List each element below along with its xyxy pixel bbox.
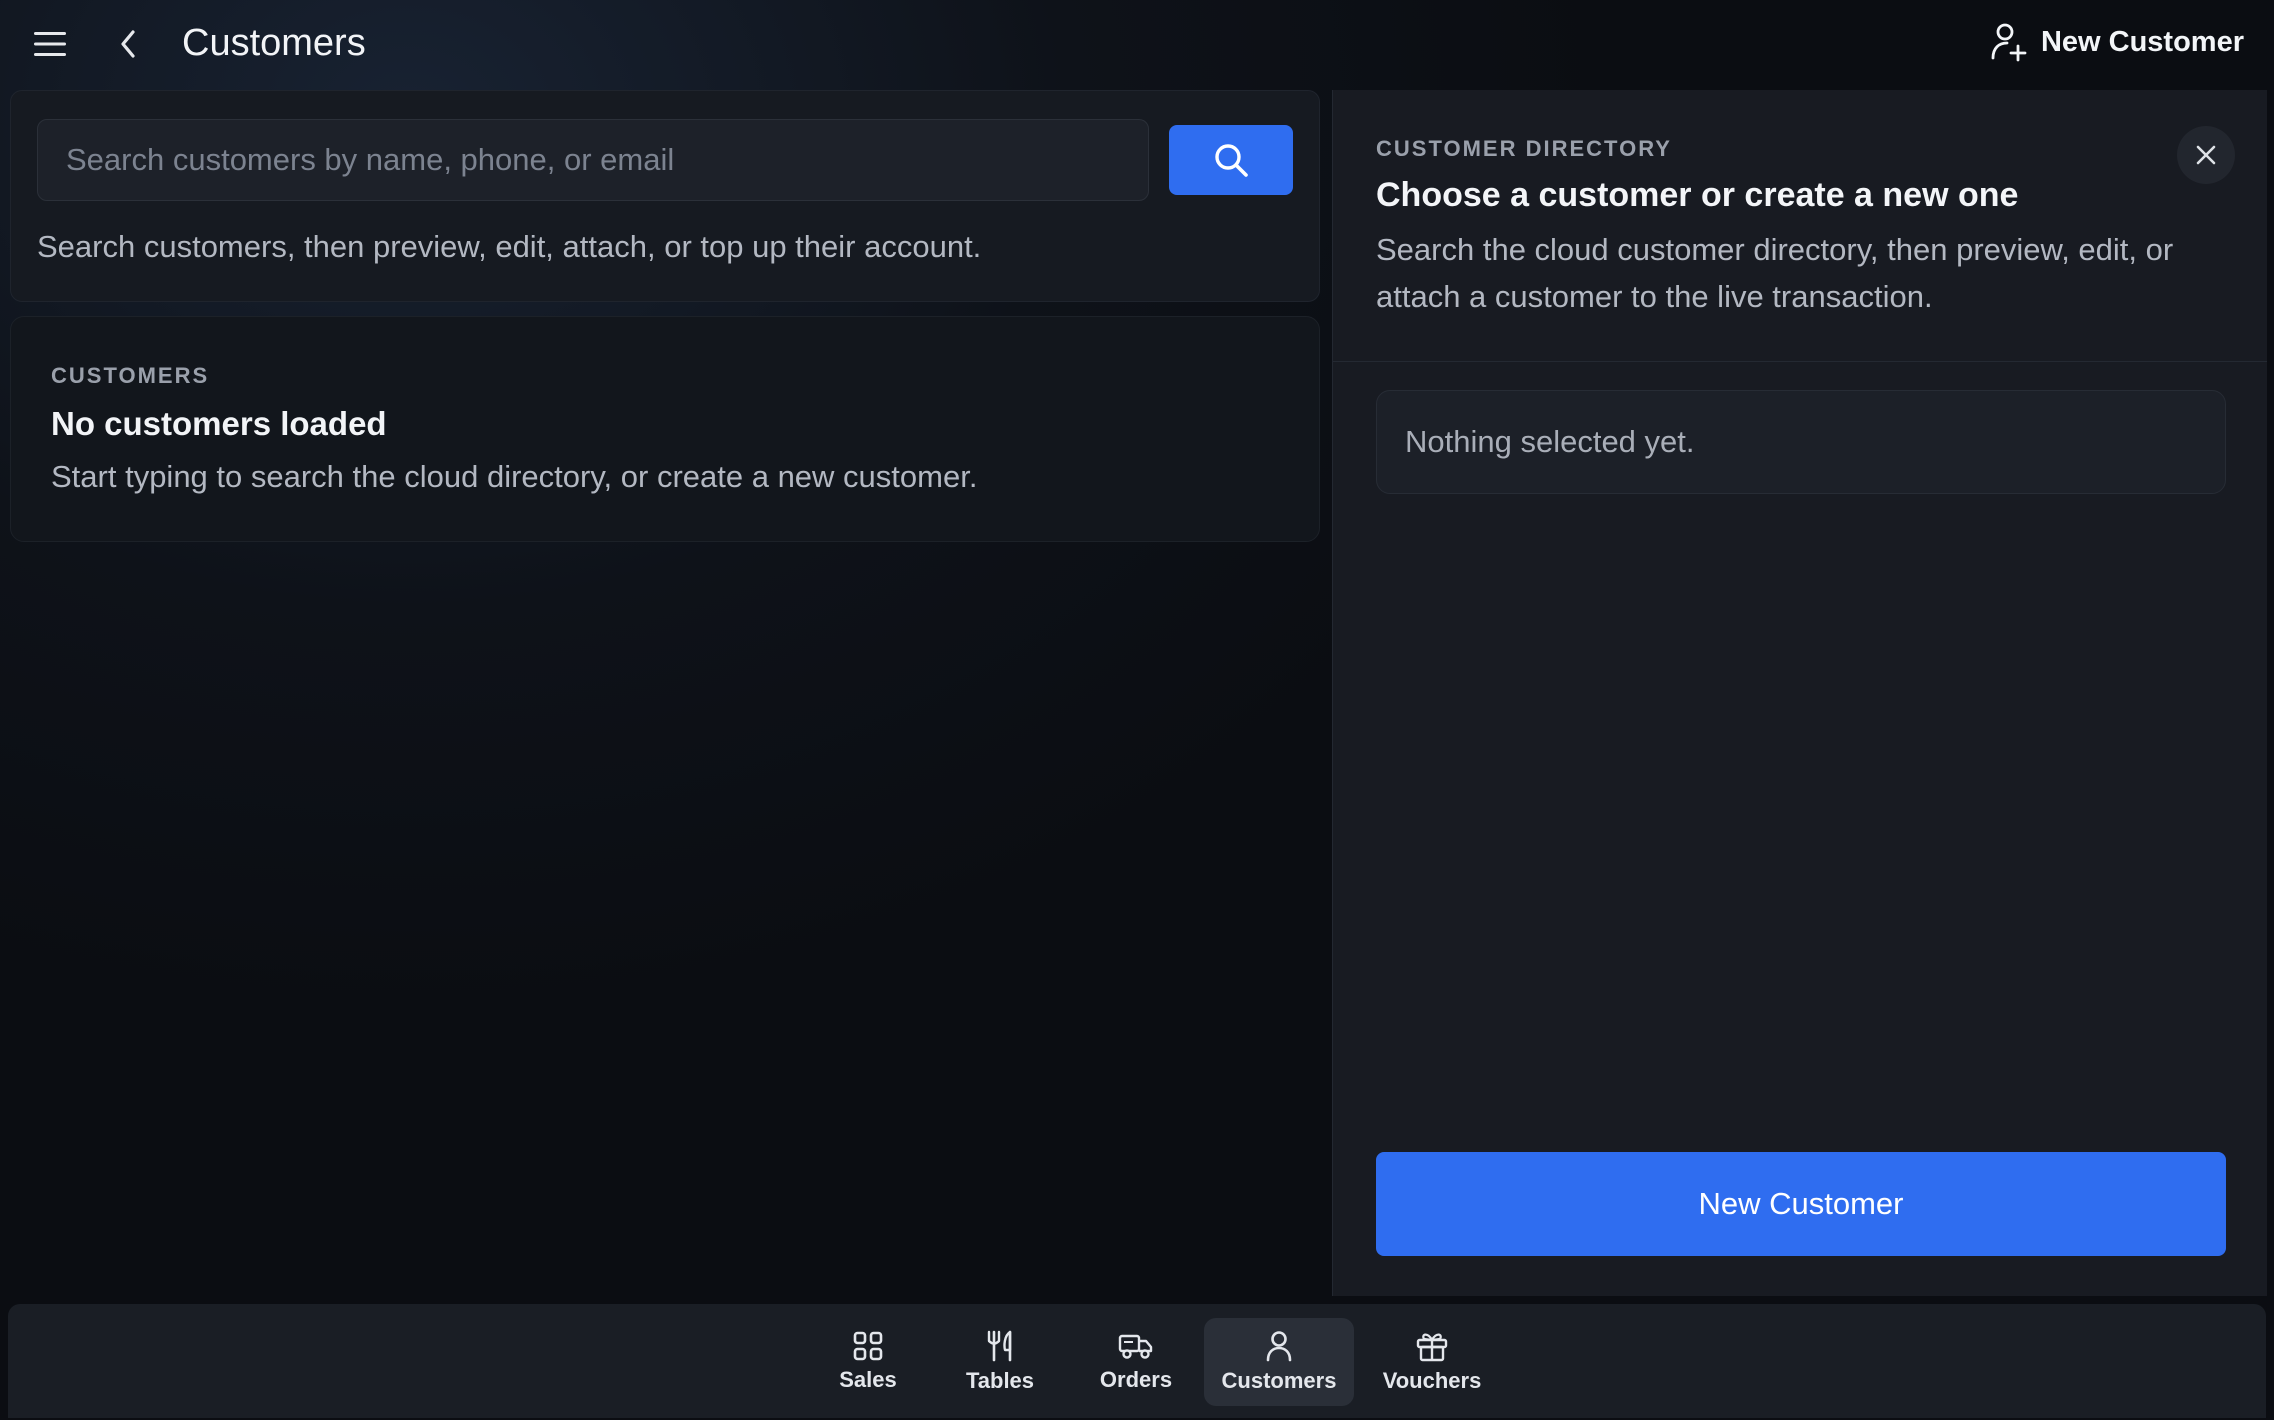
empty-state-description: Start typing to search the cloud directo… [51, 459, 978, 494]
back-button[interactable] [106, 22, 150, 66]
customers-list-card: CUSTOMERS No customers loaded Start typi… [10, 316, 1320, 542]
top-bar: Customers New Customer [0, 0, 2274, 86]
menu-button[interactable] [28, 22, 72, 66]
truck-icon [1118, 1334, 1153, 1359]
search-icon [1215, 144, 1248, 177]
nav-label: Customers [1221, 1368, 1337, 1393]
directory-panel-description: Search the cloud customer directory, the… [1376, 232, 2174, 314]
new-customer-button[interactable]: New Customer [1376, 1152, 2226, 1256]
user-icon [1266, 1331, 1292, 1362]
customers-section-label: CUSTOMERS [51, 363, 210, 388]
selected-customer-box: Nothing selected yet. [1376, 390, 2226, 494]
empty-state-title: No customers loaded [51, 405, 387, 442]
nav-item-vouchers[interactable]: Vouchers [1354, 1318, 1510, 1406]
customer-search-input[interactable] [37, 119, 1149, 201]
page-title: Customers [182, 22, 366, 64]
grid-icon [853, 1331, 883, 1361]
nav-label: Tables [965, 1368, 1035, 1393]
directory-section-label: CUSTOMER DIRECTORY [1376, 136, 1672, 161]
fork-knife-icon [987, 1330, 1012, 1362]
search-help-text: Search customers, then preview, edit, at… [37, 229, 982, 264]
close-panel-button[interactable] [2177, 126, 2235, 184]
nav-label: Sales [839, 1367, 897, 1392]
nav-label: Orders [1099, 1367, 1173, 1392]
nav-item-customers[interactable]: Customers [1204, 1318, 1354, 1406]
chevron-left-icon [121, 30, 135, 58]
gift-icon [1416, 1333, 1448, 1362]
hamburger-menu-icon [34, 32, 66, 56]
search-card: Search customers, then preview, edit, at… [10, 90, 1320, 302]
directory-panel-header: CUSTOMER DIRECTORY Choose a customer or … [1333, 90, 2267, 362]
nav-item-tables[interactable]: Tables [932, 1318, 1068, 1406]
search-button[interactable] [1169, 125, 1293, 195]
close-icon [2196, 145, 2216, 165]
directory-panel-title: Choose a customer or create a new one [1376, 176, 2019, 214]
nav-item-sales[interactable]: Sales [804, 1318, 932, 1406]
bottom-navigation: Sales Tables Orders Customers Vouchers [8, 1304, 2266, 1418]
user-plus-icon [1991, 23, 2027, 62]
nav-label: Vouchers [1382, 1368, 1482, 1393]
new-customer-header-label: New Customer [2040, 25, 2244, 58]
nav-item-orders[interactable]: Orders [1068, 1318, 1204, 1406]
customer-directory-panel: CUSTOMER DIRECTORY Choose a customer or … [1332, 90, 2267, 1296]
new-customer-header-button[interactable]: New Customer [1991, 18, 2244, 66]
